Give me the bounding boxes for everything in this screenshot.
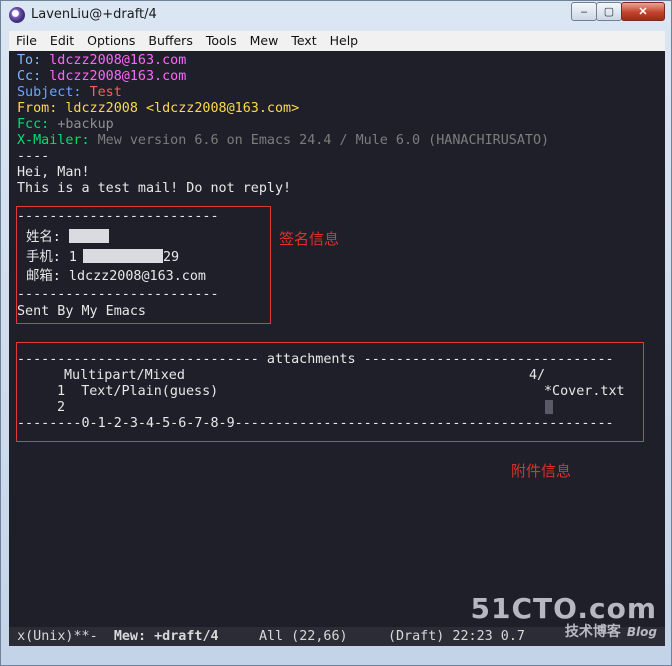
to-header[interactable]: To: ldczz2008@163.com [17, 53, 186, 69]
menu-buffers[interactable]: Buffers [141, 31, 198, 51]
attachments-annotation: 附件信息 [511, 462, 572, 480]
editor-buffer[interactable]: To: ldczz2008@163.com Cc: ldczz2008@163.… [9, 51, 665, 627]
menu-bar: File Edit Options Buffers Tools Mew Text… [9, 31, 665, 51]
menu-edit[interactable]: Edit [43, 31, 80, 51]
cc-header[interactable]: Cc: ldczz2008@163.com [17, 69, 186, 85]
close-button[interactable]: ✕ [621, 2, 665, 21]
menu-file[interactable]: File [9, 31, 43, 51]
menu-help[interactable]: Help [323, 31, 365, 51]
title-bar[interactable]: LavenLiu@+draft/4 – ▢ ✕ [1, 1, 671, 29]
window-controls: – ▢ ✕ [571, 2, 665, 22]
attachments-highlight-box [16, 342, 644, 442]
menu-text[interactable]: Text [284, 31, 322, 51]
subject-header[interactable]: Subject: Test [17, 85, 122, 101]
from-header[interactable]: From: ldczz2008 <ldczz2008@163.com> [17, 101, 299, 117]
body-line[interactable]: This is a test mail! Do not reply! [17, 181, 291, 197]
site-watermark: 51CTO.com 技术博客 Blog [470, 592, 657, 640]
window-title: LavenLiu@+draft/4 [31, 7, 157, 22]
menu-mew[interactable]: Mew [243, 31, 285, 51]
menu-options[interactable]: Options [80, 31, 141, 51]
emacs-app-icon [9, 7, 25, 23]
x-mailer-header: X-Mailer: Mew version 6.6 on Emacs 24.4 … [17, 133, 550, 148]
header-separator: ---- [17, 149, 50, 164]
minimize-button[interactable]: – [571, 2, 597, 21]
fcc-header[interactable]: Fcc: +backup [17, 117, 114, 133]
body-line[interactable]: Hei, Man! [17, 165, 90, 181]
signature-highlight-box [16, 206, 271, 324]
maximize-button[interactable]: ▢ [596, 2, 622, 21]
signature-annotation: 签名信息 [279, 230, 340, 248]
menu-tools[interactable]: Tools [199, 31, 243, 51]
emacs-window: LavenLiu@+draft/4 – ▢ ✕ File Edit Option… [0, 0, 672, 666]
